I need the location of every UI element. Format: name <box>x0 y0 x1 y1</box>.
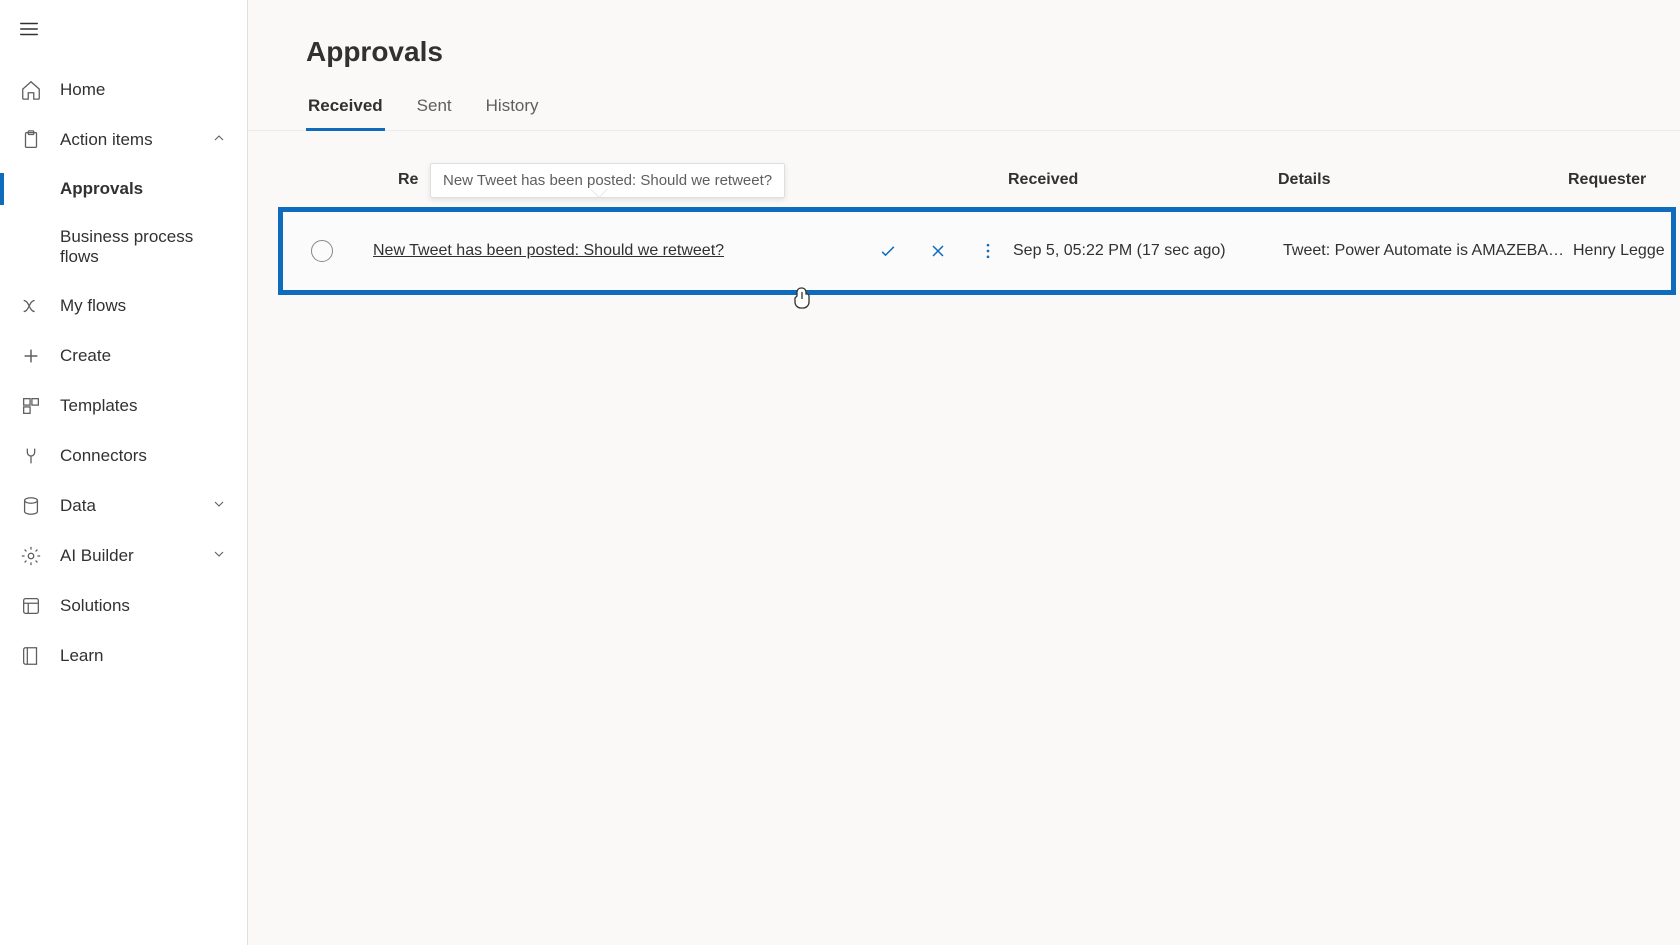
tabs: Received Sent History <box>248 86 1680 131</box>
sidebar-item-label: Data <box>60 496 193 516</box>
highlighted-row-box: New Tweet has been posted: Should we ret… <box>278 207 1676 295</box>
clipboard-icon <box>20 129 42 151</box>
approve-button[interactable] <box>863 241 913 261</box>
row-requester: Henry Legge <box>1573 242 1671 260</box>
approval-title-link[interactable]: New Tweet has been posted: Should we ret… <box>373 242 724 259</box>
main-content: Approvals Received Sent History Re New T… <box>248 0 1680 945</box>
column-header-received[interactable]: Received <box>1008 171 1278 193</box>
chevron-up-icon <box>211 130 227 151</box>
sidebar-item-label: Templates <box>60 396 227 416</box>
flow-icon <box>20 295 42 317</box>
ai-icon <box>20 545 42 567</box>
tab-label: Sent <box>417 96 452 115</box>
sidebar-item-templates[interactable]: Templates <box>0 381 247 431</box>
sidebar-item-create[interactable]: Create <box>0 331 247 381</box>
connectors-icon <box>20 445 42 467</box>
sidebar-item-data[interactable]: Data <box>0 481 247 531</box>
plus-icon <box>20 345 42 367</box>
hamburger-menu-button[interactable] <box>0 8 247 55</box>
column-header-requester[interactable]: Requester <box>1568 171 1680 193</box>
radio-unchecked-icon <box>311 240 333 262</box>
data-icon <box>20 495 42 517</box>
sidebar-item-label: My flows <box>60 296 227 316</box>
nav: Home Action items Approvals Business pro… <box>0 65 247 681</box>
row-select[interactable] <box>303 240 373 262</box>
sidebar-item-label: Create <box>60 346 227 366</box>
chevron-down-icon <box>211 496 227 517</box>
sidebar-item-label: Home <box>60 80 227 100</box>
sidebar-item-my-flows[interactable]: My flows <box>0 281 247 331</box>
sidebar-item-label: Action items <box>60 130 193 150</box>
home-icon <box>20 79 42 101</box>
tab-label: Received <box>308 96 383 115</box>
tab-received[interactable]: Received <box>306 86 385 130</box>
sidebar-item-learn[interactable]: Learn <box>0 631 247 681</box>
sidebar-item-approvals[interactable]: Approvals <box>0 165 247 213</box>
page-title: Approvals <box>248 36 1680 86</box>
sidebar-item-ai-builder[interactable]: AI Builder <box>0 531 247 581</box>
sidebar: Home Action items Approvals Business pro… <box>0 0 248 945</box>
solutions-icon <box>20 595 42 617</box>
book-icon <box>20 645 42 667</box>
sidebar-item-label: AI Builder <box>60 546 193 566</box>
tooltip: New Tweet has been posted: Should we ret… <box>430 163 785 198</box>
sidebar-item-business-process-flows[interactable]: Business process flows <box>0 213 247 281</box>
hamburger-icon <box>18 18 40 40</box>
tab-history[interactable]: History <box>484 86 541 130</box>
row-received: Sep 5, 05:22 PM (17 sec ago) <box>1013 242 1283 260</box>
tab-sent[interactable]: Sent <box>415 86 454 130</box>
approvals-table: Re New Tweet has been posted: Should we … <box>248 171 1680 295</box>
sidebar-item-action-items[interactable]: Action items <box>0 115 247 165</box>
chevron-down-icon <box>211 546 227 567</box>
column-header-details[interactable]: Details <box>1278 171 1568 193</box>
sidebar-item-label: Learn <box>60 646 227 666</box>
sidebar-item-home[interactable]: Home <box>0 65 247 115</box>
sidebar-item-label: Connectors <box>60 446 227 466</box>
table-row[interactable]: New Tweet has been posted: Should we ret… <box>283 212 1671 290</box>
sidebar-item-label: Approvals <box>60 179 227 199</box>
row-details: Tweet: Power Automate is AMAZEBA… <box>1283 242 1573 260</box>
more-actions-button[interactable] <box>963 241 1013 261</box>
sidebar-item-label: Solutions <box>60 596 227 616</box>
sidebar-item-connectors[interactable]: Connectors <box>0 431 247 481</box>
checkmark-icon <box>878 241 898 261</box>
more-vertical-icon <box>978 241 998 261</box>
column-header-request[interactable]: Re New Tweet has been posted: Should we … <box>398 171 1008 193</box>
sidebar-item-label: Business process flows <box>60 227 227 267</box>
sidebar-item-solutions[interactable]: Solutions <box>0 581 247 631</box>
column-headers: Re New Tweet has been posted: Should we … <box>278 171 1680 207</box>
reject-button[interactable] <box>913 241 963 261</box>
templates-icon <box>20 395 42 417</box>
close-icon <box>928 241 948 261</box>
tab-label: History <box>486 96 539 115</box>
